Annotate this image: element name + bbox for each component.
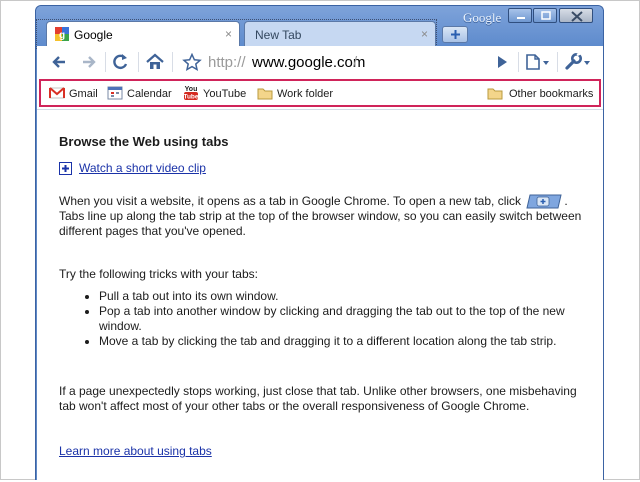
close-window-button[interactable] bbox=[559, 8, 593, 23]
wrench-icon[interactable] bbox=[563, 52, 593, 72]
list-item: Move a tab by clicking the tab and dragg… bbox=[99, 334, 593, 349]
learn-more-link[interactable]: Learn more about using tabs bbox=[59, 444, 212, 459]
bookmark-label: Calendar bbox=[127, 88, 172, 100]
youtube-icon: YouTube bbox=[183, 86, 199, 101]
url-host: www.google.com bbox=[252, 54, 366, 71]
toolbar-separator bbox=[172, 52, 173, 72]
list-item: Pop a tab into another window by clickin… bbox=[99, 304, 593, 334]
bookmark-label: Other bookmarks bbox=[509, 88, 594, 100]
tab-title: Google bbox=[74, 28, 113, 42]
home-icon[interactable] bbox=[144, 52, 166, 72]
maximize-button[interactable] bbox=[533, 8, 557, 23]
folder-icon bbox=[487, 88, 503, 100]
page-heading: Browse the Web using tabs bbox=[59, 134, 229, 149]
go-icon[interactable] bbox=[491, 52, 513, 72]
close-icon bbox=[571, 11, 583, 22]
expand-plus-icon[interactable] bbox=[59, 162, 72, 175]
tab-close-icon[interactable]: × bbox=[421, 27, 428, 41]
new-tab-button-icon bbox=[526, 194, 563, 209]
bookmarks-bar: Gmail Calendar You Tube YouTube Work fold… bbox=[37, 78, 603, 109]
paragraph-tricks-intro: Try the following tricks with your tabs: bbox=[59, 267, 258, 281]
window-brand: Google bbox=[463, 10, 502, 25]
bookmark-label: Gmail bbox=[69, 88, 98, 100]
back-icon[interactable] bbox=[49, 52, 71, 72]
page-menu-icon[interactable] bbox=[523, 52, 551, 72]
watch-video-link[interactable]: Watch a short video clip bbox=[79, 161, 206, 176]
google-favicon-icon: g bbox=[55, 27, 69, 41]
toolbar-separator bbox=[518, 52, 519, 72]
paragraph-stops-working: If a page unexpectedly stops working, ju… bbox=[59, 384, 577, 413]
url-scheme: http:// bbox=[208, 54, 246, 71]
browser-window: Google g Google × New Tab × http:// www.… bbox=[35, 5, 604, 482]
minimize-button[interactable] bbox=[508, 8, 532, 23]
new-tab-inline-image bbox=[526, 194, 563, 209]
gmail-icon bbox=[49, 87, 65, 99]
page-content: Browse the Web using tabs Watch a short … bbox=[37, 109, 603, 482]
calendar-icon bbox=[107, 86, 123, 100]
star-icon[interactable] bbox=[182, 53, 202, 71]
bookmark-label: YouTube bbox=[203, 88, 247, 100]
forward-icon[interactable] bbox=[77, 52, 99, 72]
svg-text:g: g bbox=[59, 30, 65, 41]
toolbar-separator bbox=[557, 52, 558, 72]
paragraph-new-tab: When you visit a website, it opens as a … bbox=[59, 194, 593, 239]
tab-new-tab[interactable]: New Tab × bbox=[244, 21, 436, 46]
omnibox[interactable]: http:// www.google.com / bbox=[178, 51, 454, 73]
svg-text:You: You bbox=[185, 86, 198, 93]
minimize-icon bbox=[517, 17, 525, 19]
reload-icon[interactable] bbox=[110, 52, 132, 72]
tab-close-icon[interactable]: × bbox=[225, 27, 232, 41]
title-bar: Google g Google × New Tab × bbox=[36, 6, 603, 49]
bookmark-label: Work folder bbox=[277, 88, 334, 100]
tricks-list: Pull a tab out into its own window. Pop … bbox=[59, 289, 593, 349]
paragraph-text: When you visit a website, it opens as a … bbox=[59, 194, 522, 208]
toolbar-separator bbox=[105, 52, 106, 72]
svg-text:Tube: Tube bbox=[183, 94, 198, 101]
url-path: / bbox=[353, 54, 358, 71]
new-tab-button[interactable] bbox=[442, 26, 468, 43]
maximize-icon bbox=[541, 11, 551, 20]
tab-title: New Tab bbox=[255, 28, 302, 42]
tab-google[interactable]: g Google × bbox=[46, 21, 240, 46]
navigation-toolbar: http:// www.google.com / bbox=[37, 46, 603, 79]
folder-icon bbox=[257, 88, 273, 100]
toolbar-separator bbox=[138, 52, 139, 72]
list-item: Pull a tab out into its own window. bbox=[99, 289, 593, 304]
plus-icon bbox=[451, 30, 460, 39]
